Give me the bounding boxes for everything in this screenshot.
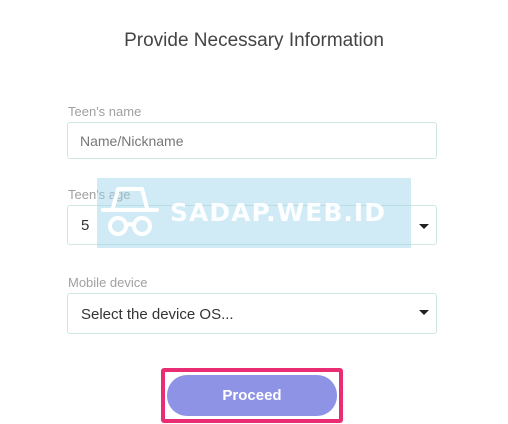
teen-name-field: [67, 122, 437, 159]
teen-age-value: 5: [81, 217, 90, 234]
teen-name-input[interactable]: [68, 123, 436, 158]
mobile-device-label: Mobile device: [68, 275, 148, 290]
mobile-device-select[interactable]: Select the device OS...: [67, 293, 437, 334]
watermark: SADAP.WEB.ID: [97, 178, 411, 248]
chevron-down-icon: [419, 224, 429, 229]
proceed-button[interactable]: Proceed: [167, 375, 337, 416]
form-page: Provide Necessary Information Teen's nam…: [0, 0, 508, 424]
chevron-down-icon: [419, 310, 429, 315]
incognito-icon: [101, 187, 159, 236]
teen-name-label: Teen's name: [68, 104, 142, 119]
page-title: Provide Necessary Information: [124, 30, 384, 51]
watermark-text: SADAP.WEB.ID: [170, 198, 386, 227]
mobile-device-value: Select the device OS...: [81, 306, 234, 323]
